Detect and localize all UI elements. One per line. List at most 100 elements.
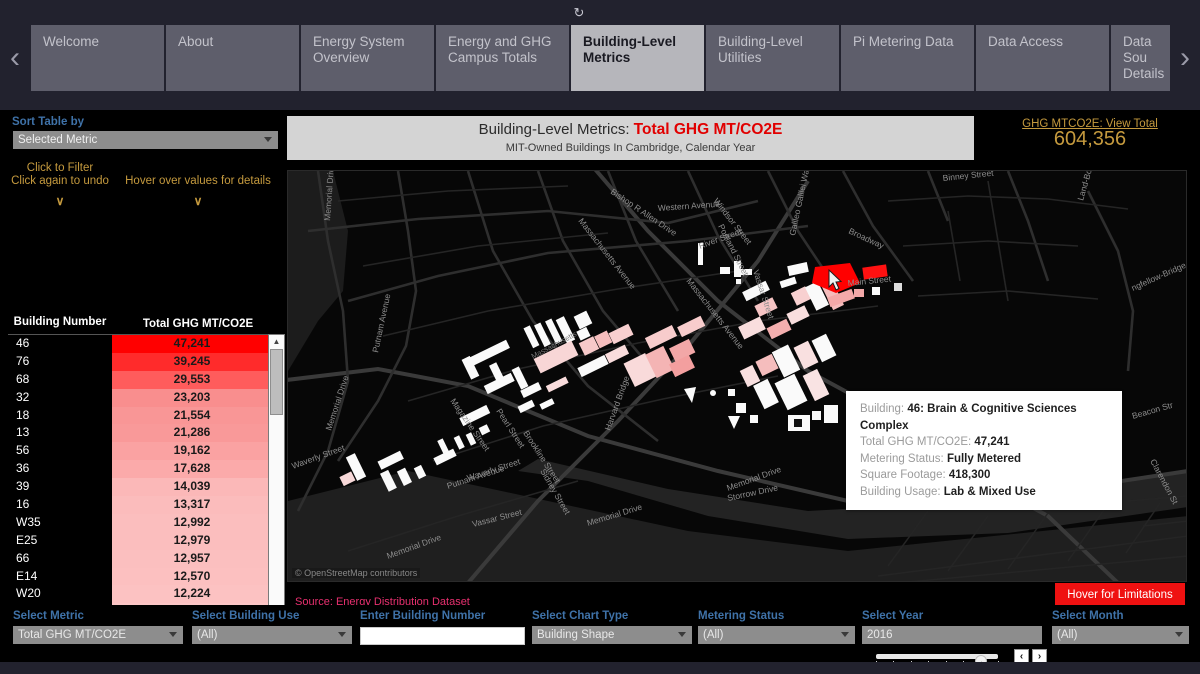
cell-metric-value[interactable]: 47,241: [112, 335, 272, 353]
cell-metric-value[interactable]: 19,162: [112, 442, 272, 461]
tab-data-access[interactable]: Data Access: [976, 25, 1109, 91]
tabs-prev-arrow[interactable]: ‹: [2, 35, 28, 80]
cell-building-number[interactable]: E25: [8, 531, 112, 550]
cell-metric-value[interactable]: 12,992: [112, 513, 272, 532]
cell-metric-value[interactable]: 17,628: [112, 460, 272, 479]
tab-building-level-metrics[interactable]: Building-Level Metrics: [571, 25, 704, 91]
table-row[interactable]: E25 12,979: [8, 531, 278, 550]
chevron-down-icon: [841, 632, 849, 637]
chevron-down-icon: [169, 632, 177, 637]
select-metric-dropdown[interactable]: Total GHG MT/CO2E: [13, 626, 183, 644]
cell-metric-value[interactable]: 12,957: [112, 549, 272, 568]
hint-arrow-left: ∨: [55, 194, 65, 208]
select-chart-type-dropdown[interactable]: Building Shape: [532, 626, 692, 644]
cell-metric-value[interactable]: 13,317: [112, 496, 272, 514]
cell-building-number[interactable]: 18: [8, 406, 112, 425]
table-row[interactable]: 16 13,317: [8, 496, 278, 514]
select-building-use-dropdown[interactable]: (All): [192, 626, 352, 644]
refresh-icon[interactable]: ↻: [572, 6, 586, 20]
control-building-use: Select Building Use (All): [192, 610, 352, 644]
hint-click-to-filter: Click to Filter Click again to undo: [11, 162, 109, 187]
select-year-value-box[interactable]: 2016: [862, 626, 1042, 644]
cell-metric-value[interactable]: 21,554: [112, 406, 272, 425]
cell-metric-value[interactable]: 21,286: [112, 424, 272, 443]
cell-building-number[interactable]: 36: [8, 460, 112, 479]
tab-about[interactable]: About: [166, 25, 299, 91]
table-row[interactable]: W35 12,992: [8, 513, 278, 532]
cell-building-number[interactable]: 76: [8, 352, 112, 371]
tab-energy-and-ghg-campus-totals[interactable]: Energy and GHG Campus Totals: [436, 25, 569, 91]
control-metering-status: Metering Status (All): [698, 610, 855, 644]
table-row[interactable]: 18 21,554: [8, 406, 278, 425]
tabs-next-arrow[interactable]: ›: [1172, 35, 1198, 80]
cell-metric-value[interactable]: 12,224: [112, 585, 272, 604]
cell-building-number[interactable]: 39: [8, 478, 112, 497]
panel-title-metric: Total GHG MT/CO2E: [633, 121, 783, 138]
campus-map[interactable]: .rd { stroke:#2e2e2e; fill:none; } .rdM …: [287, 170, 1187, 582]
table-row[interactable]: 76 39,245: [8, 352, 278, 371]
chevron-down-icon: [338, 632, 346, 637]
tab-energy-system-overview[interactable]: Energy System Overview: [301, 25, 434, 91]
table-row[interactable]: 39 14,039: [8, 478, 278, 497]
control-select-metric: Select Metric Total GHG MT/CO2E: [13, 610, 183, 644]
hover-for-limitations-button[interactable]: Hover for Limitations: [1055, 583, 1185, 607]
table-row[interactable]: 36 17,628: [8, 460, 278, 479]
sort-table-by-select[interactable]: Selected Metric: [13, 131, 278, 149]
scroll-up-icon[interactable]: ▲: [269, 335, 284, 348]
tooltip-ghg-value: 47,241: [974, 436, 1010, 448]
cell-building-number[interactable]: E14: [8, 567, 112, 586]
enter-building-number-label: Enter Building Number: [360, 610, 486, 622]
cell-building-number[interactable]: 32: [8, 388, 112, 407]
control-chart-type: Select Chart Type Building Shape: [532, 610, 692, 644]
metering-status-label: Metering Status: [698, 610, 785, 622]
cell-metric-value[interactable]: 39,245: [112, 352, 272, 371]
cell-building-number[interactable]: 16: [8, 496, 112, 514]
cell-building-number[interactable]: 68: [8, 370, 112, 389]
select-month-value: (All): [1057, 629, 1078, 641]
view-total-value: 604,356: [1053, 128, 1127, 150]
column-header-metric[interactable]: Total GHG MT/CO2E: [118, 318, 278, 330]
footer-strip: [0, 662, 1200, 674]
table-row[interactable]: 68 29,553: [8, 370, 278, 389]
tab-building-level-utilities[interactable]: Building-Level Utilities: [706, 25, 839, 91]
table-row[interactable]: 46 47,241: [8, 335, 278, 353]
table-row[interactable]: E14 12,570: [8, 567, 278, 586]
select-chart-type-label: Select Chart Type: [532, 610, 629, 622]
table-row[interactable]: 32 23,203: [8, 388, 278, 407]
table-row[interactable]: 66 12,957: [8, 549, 278, 568]
cell-metric-value[interactable]: 12,979: [112, 531, 272, 550]
tooltip-sqft-row: Square Footage: 418,300: [860, 467, 1110, 484]
cell-metric-value[interactable]: 29,553: [112, 370, 272, 389]
panel-subtitle: MIT-Owned Buildings In Cambridge, Calend…: [505, 142, 756, 154]
cell-building-number[interactable]: 13: [8, 424, 112, 443]
cell-building-number[interactable]: 46: [8, 335, 112, 353]
tab-pi-metering-data[interactable]: Pi Metering Data: [841, 25, 974, 91]
cell-metric-value[interactable]: 14,039: [112, 478, 272, 497]
building-number-input[interactable]: [360, 627, 525, 645]
select-month-label: Select Month: [1052, 610, 1124, 622]
view-total-block: GHG MTCO2E: View Total 604,356: [990, 118, 1190, 151]
table-row[interactable]: 13 21,286: [8, 424, 278, 443]
scrollbar-thumb[interactable]: [270, 349, 283, 415]
dashboard-root: ↻ ‹ › Welcome About Energy System Overview…: [0, 0, 1200, 674]
metering-status-dropdown[interactable]: (All): [698, 626, 855, 644]
sidebar: Sort Table by Selected Metric Click to F…: [0, 110, 285, 674]
select-month-dropdown[interactable]: (All): [1052, 626, 1189, 644]
cell-building-number[interactable]: W35: [8, 513, 112, 532]
select-building-use-value: (All): [197, 629, 218, 641]
tooltip-usage-row: Building Usage: Lab & Mixed Use: [860, 484, 1110, 501]
cell-metric-value[interactable]: 12,570: [112, 567, 272, 586]
table-row[interactable]: W20 12,224: [8, 585, 278, 604]
select-building-use-label: Select Building Use: [192, 610, 300, 622]
year-slider-track[interactable]: [876, 654, 998, 667]
tooltip-metering-label: Metering Status:: [860, 452, 944, 465]
table-row[interactable]: 56 19,162: [8, 442, 278, 461]
cell-building-number[interactable]: W20: [8, 585, 112, 604]
cell-building-number[interactable]: 66: [8, 549, 112, 568]
tab-data-sou-details[interactable]: Data Sou Details: [1111, 25, 1170, 91]
cell-metric-value[interactable]: 23,203: [112, 388, 272, 407]
column-header-building-number[interactable]: Building Number: [8, 316, 112, 328]
tab-welcome[interactable]: Welcome: [31, 25, 164, 91]
cell-building-number[interactable]: 56: [8, 442, 112, 461]
panel-title-prefix: Building-Level Metrics:: [478, 121, 634, 138]
